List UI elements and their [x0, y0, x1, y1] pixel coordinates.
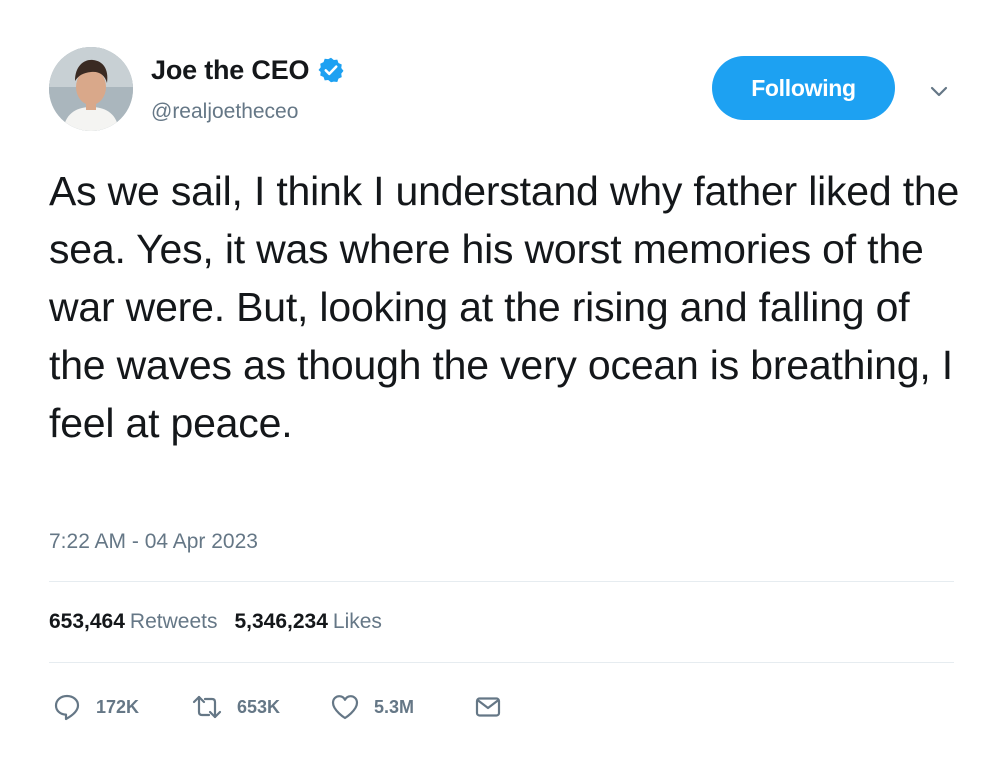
tweet-text: As we sail, I think I understand why fat…	[49, 168, 960, 446]
retweets-stat[interactable]: 653,464 Retweets	[49, 610, 217, 634]
chevron-down-icon[interactable]	[926, 78, 952, 104]
following-button[interactable]: Following	[712, 56, 895, 120]
retweet-button[interactable]: 653K	[191, 692, 330, 722]
verified-badge-icon	[317, 56, 345, 84]
heart-icon	[330, 692, 360, 722]
retweets-label: Retweets	[129, 610, 218, 633]
likes-stat[interactable]: 5,346,234 Likes	[234, 610, 381, 634]
tweet-card: Joe the CEO @realjoetheceo Following As …	[0, 0, 1006, 774]
avatar[interactable]	[49, 47, 133, 131]
divider	[49, 662, 954, 663]
reply-count: 172K	[96, 696, 140, 717]
reply-button[interactable]: 172K	[52, 692, 191, 722]
tweet-timestamp[interactable]: 7:22 AM - 04 Apr 2023	[49, 530, 258, 554]
retweets-count: 653,464	[49, 610, 125, 633]
divider	[49, 581, 954, 582]
author-row: Joe the CEO	[151, 52, 345, 88]
retweet-icon	[191, 692, 223, 722]
user-handle[interactable]: @realjoetheceo	[151, 100, 298, 124]
tweet-stats: 653,464 Retweets 5,346,234 Likes	[49, 610, 382, 634]
likes-count: 5,346,234	[234, 610, 328, 633]
direct-message-icon	[473, 692, 503, 722]
likes-label: Likes	[332, 610, 382, 633]
like-count: 5.3M	[374, 696, 415, 717]
retweet-count: 653K	[237, 696, 281, 717]
reply-icon	[52, 692, 82, 722]
direct-message-button[interactable]	[473, 692, 503, 722]
like-button[interactable]: 5.3M	[330, 692, 473, 722]
display-name[interactable]: Joe the CEO	[151, 55, 310, 86]
tweet-actions: 172K 653K 5.3M	[52, 690, 503, 724]
